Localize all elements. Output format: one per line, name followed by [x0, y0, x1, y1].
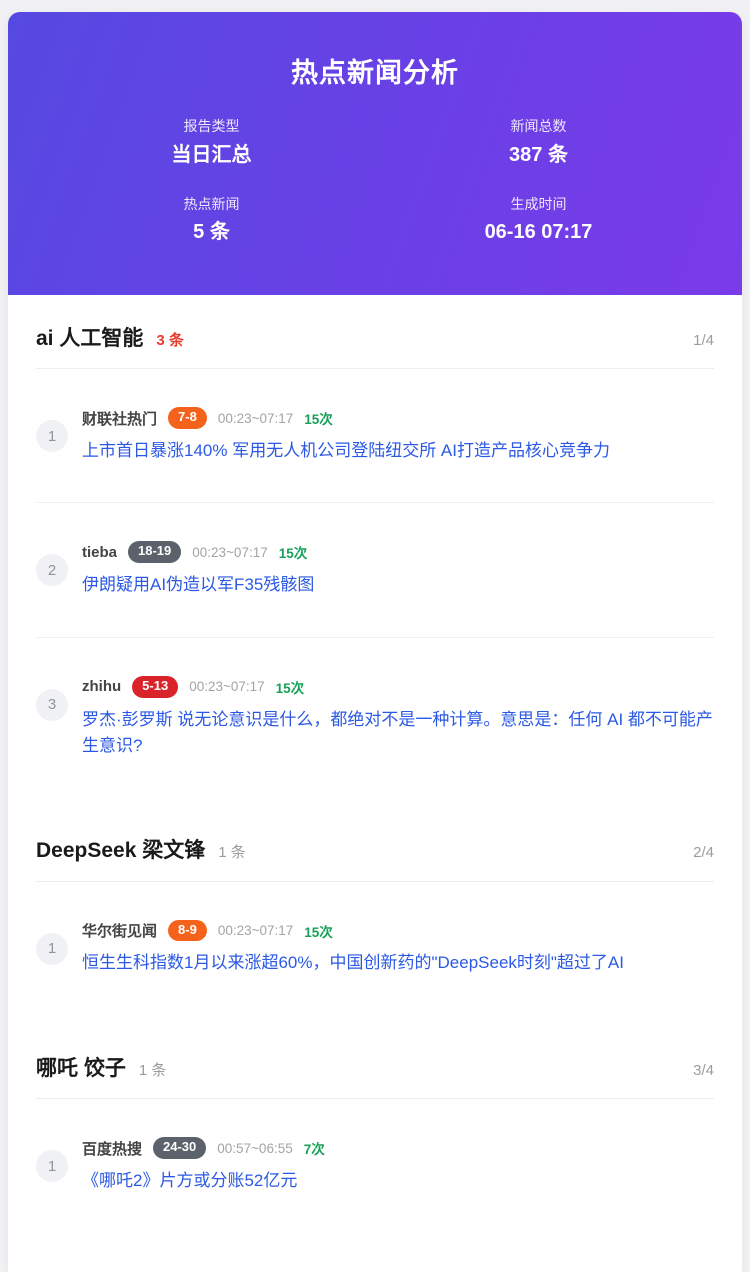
stat-generated-time: 生成时间 06-16 07:17 — [375, 195, 702, 245]
report-header: 热点新闻分析 报告类型 当日汇总 新闻总数 387 条 热点新闻 5 条 生成时… — [8, 12, 742, 295]
item-index-badge: 1 — [36, 1150, 68, 1182]
report-title: 热点新闻分析 — [48, 57, 702, 89]
source-name: 百度热搜 — [82, 1138, 142, 1159]
stat-value: 387 条 — [375, 143, 702, 168]
news-item: 3 zhihu 5-13 00:23~07:17 15次 罗杰·彭罗斯 说无论意… — [36, 638, 714, 798]
source-name: zhihu — [82, 678, 121, 695]
stat-label: 热点新闻 — [48, 195, 375, 213]
stat-hot-news: 热点新闻 5 条 — [48, 195, 375, 245]
news-title-link[interactable]: 上市首日暴涨140% 军用无人机公司登陆纽交所 AI打造产品核心竞争力 — [82, 438, 714, 464]
section-count: 3 条 — [156, 329, 184, 350]
section-nezha: 哪吒 饺子 1 条 3/4 1 百度热搜 24-30 00:57~06:55 7… — [36, 1055, 714, 1233]
news-title-link[interactable]: 罗杰·彭罗斯 说无论意识是什么，都绝对不是一种计算。意思是：任何 AI 都不可能… — [82, 707, 714, 760]
item-index-badge: 1 — [36, 933, 68, 965]
stat-value: 当日汇总 — [48, 143, 375, 168]
item-index-badge: 3 — [36, 689, 68, 721]
stat-label: 新闻总数 — [375, 117, 702, 135]
section-count: 1 条 — [218, 841, 246, 862]
news-item: 2 tieba 18-19 00:23~07:17 15次 伊朗疑用AI伪造以军… — [36, 503, 714, 637]
rank-badge: 8-9 — [168, 920, 207, 942]
stat-label: 生成时间 — [375, 195, 702, 213]
frequency-count: 15次 — [279, 542, 308, 562]
news-title-link[interactable]: 恒生生科指数1月以来涨超60%，中国创新药的"DeepSeek时刻"超过了AI — [82, 950, 714, 976]
section-title: 哪吒 饺子 — [36, 1055, 126, 1082]
page-indicator: 1/4 — [693, 332, 714, 349]
section-header: 哪吒 饺子 1 条 3/4 — [36, 1055, 714, 1082]
rank-badge: 7-8 — [168, 407, 207, 429]
time-range: 00:57~06:55 — [217, 1141, 292, 1156]
stat-value: 5 条 — [48, 220, 375, 245]
section-ai: ai 人工智能 3 条 1/4 1 财联社热门 7-8 00:23~07:17 … — [36, 325, 714, 797]
stat-label: 报告类型 — [48, 117, 375, 135]
stat-news-total: 新闻总数 387 条 — [375, 117, 702, 167]
page-indicator: 3/4 — [693, 1062, 714, 1079]
time-range: 00:23~07:17 — [218, 411, 293, 426]
page-indicator: 2/4 — [693, 844, 714, 861]
news-item: 1 财联社热门 7-8 00:23~07:17 15次 上市首日暴涨140% 军… — [36, 369, 714, 503]
frequency-count: 15次 — [276, 677, 305, 697]
time-range: 00:23~07:17 — [218, 923, 293, 938]
news-item: 1 百度热搜 24-30 00:57~06:55 7次 《哪吒2》片方或分账52… — [36, 1099, 714, 1232]
rank-badge: 24-30 — [153, 1137, 206, 1159]
news-title-link[interactable]: 《哪吒2》片方或分账52亿元 — [82, 1168, 714, 1194]
rank-badge: 18-19 — [128, 541, 181, 563]
news-item: 1 华尔街见闻 8-9 00:23~07:17 15次 恒生生科指数1月以来涨超… — [36, 882, 714, 1015]
frequency-count: 15次 — [304, 921, 333, 941]
report-card: 热点新闻分析 报告类型 当日汇总 新闻总数 387 条 热点新闻 5 条 生成时… — [8, 12, 742, 1272]
item-index-badge: 2 — [36, 554, 68, 586]
news-title-link[interactable]: 伊朗疑用AI伪造以军F35残骸图 — [82, 572, 714, 598]
stats-grid: 报告类型 当日汇总 新闻总数 387 条 热点新闻 5 条 生成时间 06-16… — [48, 117, 702, 244]
item-index-badge: 1 — [36, 420, 68, 452]
frequency-count: 7次 — [304, 1138, 325, 1158]
section-header: DeepSeek 梁文锋 1 条 2/4 — [36, 837, 714, 864]
stat-report-type: 报告类型 当日汇总 — [48, 117, 375, 167]
source-name: 财联社热门 — [82, 408, 157, 429]
frequency-count: 15次 — [304, 408, 333, 428]
rank-badge: 5-13 — [132, 676, 178, 698]
section-deepseek: DeepSeek 梁文锋 1 条 2/4 1 华尔街见闻 8-9 00:23~0… — [36, 837, 714, 1015]
source-name: tieba — [82, 544, 117, 561]
source-name: 华尔街见闻 — [82, 920, 157, 941]
section-count: 1 条 — [139, 1059, 167, 1080]
time-range: 00:23~07:17 — [189, 679, 264, 694]
stat-value: 06-16 07:17 — [375, 220, 702, 245]
report-content: ai 人工智能 3 条 1/4 1 财联社热门 7-8 00:23~07:17 … — [8, 295, 742, 1272]
section-title: DeepSeek 梁文锋 — [36, 837, 205, 864]
section-header: ai 人工智能 3 条 1/4 — [36, 325, 714, 352]
section-title: ai 人工智能 — [36, 325, 143, 352]
time-range: 00:23~07:17 — [192, 545, 267, 560]
